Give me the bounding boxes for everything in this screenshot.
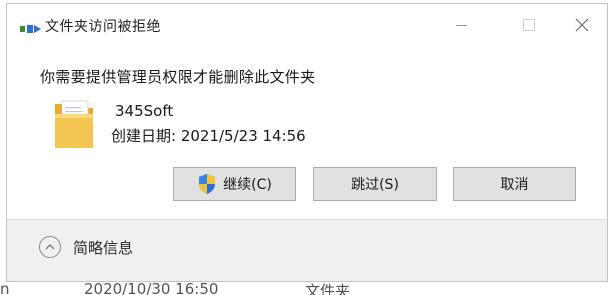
background-file-row: n 2020/10/30 16:50 文件夹 bbox=[0, 280, 613, 295]
folder-created-date: 创建日期: 2021/5/23 14:56 bbox=[111, 127, 306, 145]
background-row-name: n bbox=[0, 280, 10, 295]
minimize-icon bbox=[455, 24, 467, 26]
cancel-button-label: 取消 bbox=[500, 177, 529, 193]
access-denied-dialog: 文件夹访问被拒绝 你需要提供管理员权限才能删除此文件夹 345Soft 创建日期… bbox=[6, 3, 608, 282]
continue-button-label: 继续(C) bbox=[223, 177, 272, 193]
close-icon bbox=[575, 18, 589, 32]
minimize-button[interactable] bbox=[447, 14, 475, 36]
close-button[interactable] bbox=[568, 14, 596, 36]
dialog-title: 文件夹访问被拒绝 bbox=[45, 19, 161, 35]
cancel-button[interactable]: 取消 bbox=[453, 167, 576, 201]
folder-icon bbox=[55, 100, 93, 148]
details-toggle[interactable]: 简略信息 bbox=[39, 236, 133, 258]
folder-access-icon bbox=[20, 25, 41, 33]
skip-button-label: 跳过(S) bbox=[351, 177, 399, 193]
permission-message: 你需要提供管理员权限才能删除此文件夹 bbox=[40, 68, 316, 86]
skip-button[interactable]: 跳过(S) bbox=[313, 167, 437, 201]
background-row-date: 2020/10/30 16:50 bbox=[84, 280, 219, 295]
dialog-footer: 简略信息 bbox=[7, 219, 607, 281]
background-row-type: 文件夹 bbox=[305, 282, 351, 295]
maximize-icon bbox=[523, 19, 535, 31]
title-bar[interactable]: 文件夹访问被拒绝 bbox=[7, 4, 607, 50]
maximize-button[interactable] bbox=[515, 14, 543, 36]
chevron-up-icon[interactable] bbox=[39, 236, 61, 258]
folder-name: 345Soft bbox=[115, 102, 174, 120]
uac-shield-icon bbox=[199, 174, 216, 194]
continue-button[interactable]: 继续(C) bbox=[173, 167, 296, 201]
details-label[interactable]: 简略信息 bbox=[73, 237, 133, 258]
screen: n 2020/10/30 16:50 文件夹 文件夹访问被拒绝 你需要提供管理员… bbox=[0, 0, 613, 295]
